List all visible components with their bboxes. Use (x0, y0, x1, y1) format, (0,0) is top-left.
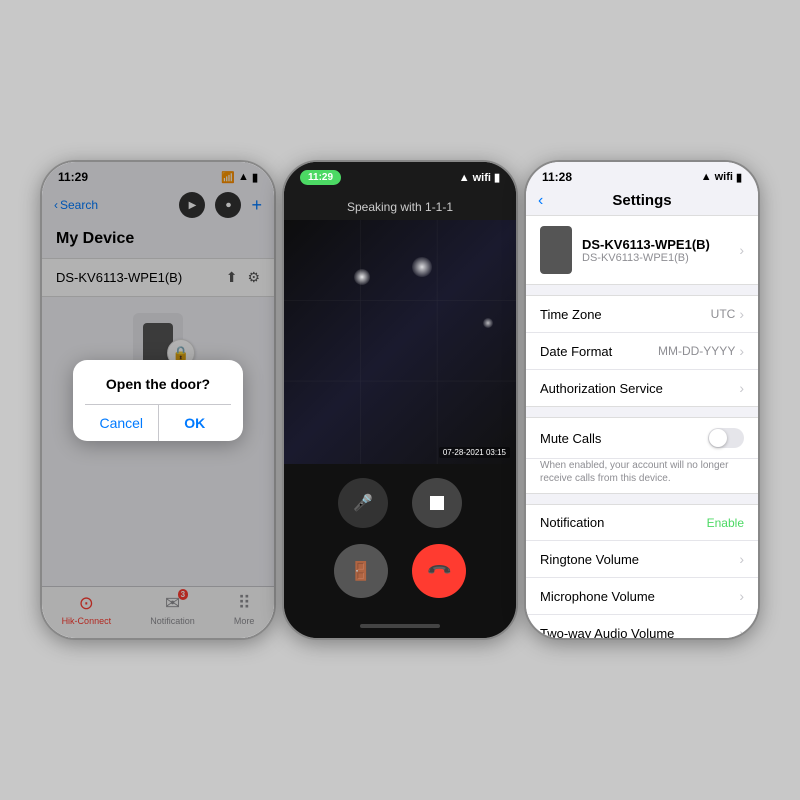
screens-container: 11:29 📶 ▲ ▮ ‹ Search ▶ ⏺ (30, 140, 770, 660)
ok-button[interactable]: OK (159, 405, 232, 441)
phone-2: 11:29 ▲ wifi ▮ Speaking with 1-1-1 (282, 160, 518, 640)
setting-time-zone[interactable]: Time Zone UTC › (526, 296, 758, 333)
settings-device-row[interactable]: DS-KV6113-WPE1(B) DS-KV6113-WPE1(B) › (526, 215, 758, 285)
time-2: 11:29 (300, 170, 341, 185)
back-chevron-3: ‹ (538, 192, 543, 210)
time-zone-value-container: UTC › (711, 306, 744, 322)
grid-overlay (284, 220, 516, 464)
two-way-audio-label: Two-way Audio Volume (540, 626, 674, 641)
phone3-content: 11:28 ▲ wifi ▮ ‹ Settings DS-KV6113-WPE1… (526, 162, 758, 638)
ringtone-volume-chevron: › (739, 551, 744, 567)
mute-calls-description: When enabled, your account will no longe… (526, 459, 758, 493)
settings-group-1: Time Zone UTC › Date Format MM-DD-YYYY ›… (526, 295, 758, 407)
status-icons-3: ▲ wifi ▮ (701, 171, 742, 184)
call-controls-mid: 🎤 (284, 464, 516, 536)
home-indicator-2 (360, 624, 440, 628)
signal-icon-3: ▲ (701, 171, 712, 183)
settings-device-thumb (540, 226, 572, 274)
status-icons-2: ▲ wifi ▮ (459, 171, 500, 184)
setting-ringtone-volume[interactable]: Ringtone Volume › (526, 541, 758, 578)
phone3-nav: ‹ Settings (526, 188, 758, 215)
time-zone-chevron: › (739, 306, 744, 322)
mute-calls-toggle[interactable] (708, 428, 744, 448)
setting-notification[interactable]: Notification Enable (526, 505, 758, 541)
wifi-icon-2: wifi (473, 172, 491, 184)
settings-group-3: Notification Enable Ringtone Volume › Mi… (526, 504, 758, 640)
auth-service-chevron: › (739, 380, 744, 396)
date-format-value: MM-DD-YYYY (658, 344, 735, 358)
dialog-buttons: Cancel OK (85, 404, 231, 441)
settings-group-2: Mute Calls When enabled, your account wi… (526, 417, 758, 494)
settings-device-info: DS-KV6113-WPE1(B) DS-KV6113-WPE1(B) (582, 237, 729, 264)
back-button-3[interactable]: ‹ (538, 192, 543, 210)
phone1-content: 11:29 📶 ▲ ▮ ‹ Search ▶ ⏺ (42, 162, 274, 638)
setting-auth-service[interactable]: Authorization Service › (526, 370, 758, 406)
video-feed: 07-28-2021 03:15 (284, 220, 516, 464)
settings-device-sub: DS-KV6113-WPE1(B) (582, 252, 729, 264)
microphone-volume-chevron: › (739, 588, 744, 604)
time-zone-label: Time Zone (540, 307, 602, 322)
time-zone-value: UTC (711, 307, 736, 321)
time-3: 11:28 (542, 170, 572, 184)
dialog-title: Open the door? (85, 376, 231, 392)
auth-service-label: Authorization Service (540, 381, 663, 396)
door-button[interactable]: 🚪 (334, 544, 388, 598)
signal-icon-2: ▲ (459, 172, 470, 184)
settings-title: Settings (612, 192, 671, 209)
setting-microphone-volume[interactable]: Microphone Volume › (526, 578, 758, 615)
door-icon: 🚪 (350, 561, 372, 582)
battery-icon-3: ▮ (736, 171, 742, 184)
camera-feed: 07-28-2021 03:15 (284, 220, 516, 464)
status-bar-3: 11:28 ▲ wifi ▮ (526, 162, 758, 188)
cancel-button[interactable]: Cancel (85, 405, 159, 441)
stop-button[interactable] (412, 478, 462, 528)
light-2 (412, 257, 432, 277)
light-1 (354, 269, 370, 285)
date-format-label: Date Format (540, 344, 612, 359)
phone-1: 11:29 📶 ▲ ▮ ‹ Search ▶ ⏺ (40, 160, 276, 640)
phone-3: 11:28 ▲ wifi ▮ ‹ Settings DS-KV6113-WPE1… (524, 160, 760, 640)
setting-mute-calls: Mute Calls (526, 418, 758, 459)
notification-label: Notification (540, 515, 604, 530)
mute-button[interactable]: 🎤 (338, 478, 388, 528)
microphone-volume-label: Microphone Volume (540, 589, 655, 604)
call-controls-main: 🚪 📞 (284, 536, 516, 614)
date-format-chevron: › (739, 343, 744, 359)
light-3 (483, 318, 493, 328)
toggle-circle (709, 429, 727, 447)
timestamp-overlay: 07-28-2021 03:15 (439, 447, 510, 458)
settings-device-name: DS-KV6113-WPE1(B) (582, 237, 729, 252)
battery-icon-2: ▮ (494, 171, 500, 184)
two-way-audio-chevron: › (739, 625, 744, 640)
phone2-content: 11:29 ▲ wifi ▮ Speaking with 1-1-1 (284, 162, 516, 638)
notification-value: Enable (707, 516, 744, 530)
device-row-chevron: › (739, 242, 744, 258)
setting-two-way-audio[interactable]: Two-way Audio Volume › (526, 615, 758, 640)
open-door-dialog: Open the door? Cancel OK (73, 360, 243, 441)
home-bar-2 (284, 614, 516, 638)
date-format-value-container: MM-DD-YYYY › (658, 343, 744, 359)
mute-icon: 🎤 (353, 493, 373, 513)
stop-icon (430, 496, 444, 510)
status-bar-2: 11:29 ▲ wifi ▮ (284, 162, 516, 189)
dialog-overlay: Open the door? Cancel OK (42, 162, 274, 638)
hangup-icon: 📞 (425, 557, 453, 585)
hangup-button[interactable]: 📞 (412, 544, 466, 598)
wifi-icon-3: wifi (715, 171, 733, 183)
setting-date-format[interactable]: Date Format MM-DD-YYYY › (526, 333, 758, 370)
mute-calls-label: Mute Calls (540, 431, 601, 446)
notification-value-container: Enable (707, 516, 744, 530)
ringtone-volume-label: Ringtone Volume (540, 552, 639, 567)
speaking-label: Speaking with 1-1-1 (347, 200, 453, 214)
